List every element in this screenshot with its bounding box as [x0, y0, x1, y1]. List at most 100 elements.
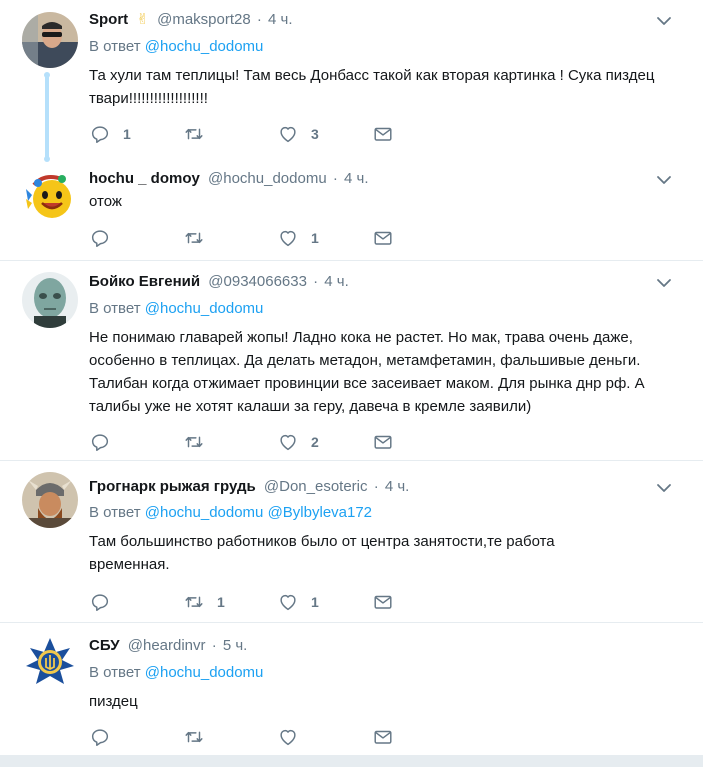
like-count: 3: [311, 126, 319, 142]
direct-message-button[interactable]: [372, 226, 394, 250]
tweet-text: Не понимаю главарей жопы! Ладно кока не …: [89, 329, 645, 415]
tweet-actions: 1: [89, 226, 409, 250]
reply-prefix: В ответ: [89, 38, 141, 55]
author-handle[interactable]: @hochu_dodomu: [208, 170, 327, 187]
direct-message-button[interactable]: [372, 430, 394, 454]
envelope-icon: [374, 127, 392, 141]
direct-message-button[interactable]: [372, 122, 394, 146]
reply-icon: [91, 434, 109, 451]
separator-dot: ·: [332, 170, 338, 187]
reply-button[interactable]: [89, 590, 123, 614]
chevron-down-icon[interactable]: [655, 276, 673, 290]
envelope-icon: [374, 435, 392, 449]
envelope-icon: [374, 231, 392, 245]
direct-message-button[interactable]: [372, 590, 394, 614]
retweet-icon: [185, 232, 203, 244]
tweet-header: СБУ @heardinvr · 5 ч.: [89, 636, 247, 656]
author-name[interactable]: Грогнарк рыжая грудь: [89, 478, 256, 495]
heart-icon: [280, 434, 296, 451]
avatar[interactable]: [22, 634, 78, 690]
reply-prefix: В ответ: [89, 664, 141, 681]
like-button[interactable]: 3: [277, 122, 319, 146]
retweet-button[interactable]: [183, 725, 217, 749]
reply-icon: [91, 230, 109, 247]
tweet[interactable]: СБУ @heardinvr · 5 ч. В ответ @hochu_dod…: [0, 622, 703, 755]
author-name[interactable]: Бойко Евгений: [89, 273, 200, 290]
tweet[interactable]: hochu _ domoy @hochu_dodomu · 4 ч. отож …: [0, 165, 703, 260]
like-button[interactable]: 1: [277, 226, 319, 250]
retweet-button[interactable]: [183, 226, 217, 250]
tweet-text: Там большинство работников было от центр…: [89, 533, 555, 573]
author-handle[interactable]: @Don_esoteric: [264, 478, 368, 495]
avatar[interactable]: [22, 472, 78, 528]
reply-context: В ответ @hochu_dodomu: [89, 299, 263, 319]
like-button[interactable]: 2: [277, 430, 319, 454]
tweet[interactable]: Бойко Евгений @0934066633 · 4 ч. В ответ…: [0, 260, 703, 460]
author-handle[interactable]: @maksport28: [157, 11, 251, 28]
direct-message-button[interactable]: [372, 725, 394, 749]
retweet-icon: [185, 128, 203, 140]
retweet-count: 1: [217, 594, 225, 610]
separator-dot: ·: [256, 11, 262, 28]
victory-hand-emoji: ✌: [136, 11, 149, 28]
tweet-text: пиздец: [89, 693, 138, 710]
reply-button[interactable]: 1: [89, 122, 131, 146]
author-handle[interactable]: @heardinvr: [128, 637, 206, 654]
tweet[interactable]: Sport ✌ @maksport28 · 4 ч. В ответ @hoch…: [0, 0, 703, 165]
heart-icon: [280, 126, 296, 143]
reply-count: 1: [123, 126, 131, 142]
thread-line: [44, 72, 50, 162]
tweet-header: Sport ✌ @maksport28 · 4 ч.: [89, 10, 293, 30]
author-name[interactable]: hochu _ domoy: [89, 170, 200, 187]
timestamp[interactable]: 5 ч.: [223, 637, 248, 654]
chevron-down-icon[interactable]: [655, 173, 673, 187]
tweet[interactable]: Грогнарк рыжая грудь @Don_esoteric · 4 ч…: [0, 460, 703, 620]
avatar[interactable]: [22, 12, 78, 68]
feed-bottom-divider: [0, 755, 703, 767]
mention-link[interactable]: @hochu_dodomu: [145, 38, 264, 55]
retweet-button[interactable]: [183, 430, 217, 454]
timestamp[interactable]: 4 ч.: [268, 11, 293, 28]
chevron-down-icon[interactable]: [655, 14, 673, 28]
reply-button[interactable]: [89, 725, 123, 749]
reply-prefix: В ответ: [89, 504, 141, 521]
avatar[interactable]: [22, 169, 78, 225]
tweet-actions: [89, 725, 409, 749]
author-name[interactable]: СБУ: [89, 637, 120, 654]
reply-context: В ответ @hochu_dodomu: [89, 663, 263, 683]
separator-dot: ·: [313, 273, 319, 290]
reply-icon: [91, 126, 109, 143]
timestamp[interactable]: 4 ч.: [324, 273, 349, 290]
tweet-header: Бойко Евгений @0934066633 · 4 ч.: [89, 272, 349, 292]
envelope-icon: [374, 730, 392, 744]
retweet-button[interactable]: 1: [183, 590, 225, 614]
reply-context: В ответ @hochu_dodomu @Bylbyleva172: [89, 503, 372, 523]
avatar[interactable]: [22, 272, 78, 328]
reply-button[interactable]: [89, 226, 123, 250]
mention-link[interactable]: @hochu_dodomu: [145, 664, 264, 681]
mention-link[interactable]: @Bylbyleva172: [268, 504, 372, 521]
like-button[interactable]: [277, 725, 311, 749]
reply-button[interactable]: [89, 430, 123, 454]
mention-link[interactable]: @hochu_dodomu: [145, 504, 264, 521]
timestamp[interactable]: 4 ч.: [385, 478, 410, 495]
like-count: 1: [311, 230, 319, 246]
tweet-actions: 1 3: [89, 122, 409, 146]
timestamp[interactable]: 4 ч.: [344, 170, 369, 187]
author-name[interactable]: Sport: [89, 11, 128, 28]
tweet-actions: 2: [89, 430, 409, 454]
reply-feed: Sport ✌ @maksport28 · 4 ч. В ответ @hoch…: [0, 0, 703, 767]
chevron-down-icon[interactable]: [655, 481, 673, 495]
retweet-icon: [185, 596, 203, 608]
tweet-header: hochu _ domoy @hochu_dodomu · 4 ч.: [89, 169, 369, 189]
reply-context: В ответ @hochu_dodomu: [89, 37, 263, 57]
envelope-icon: [374, 595, 392, 609]
mention-link[interactable]: @hochu_dodomu: [145, 300, 264, 317]
separator-dot: ·: [373, 478, 379, 495]
retweet-button[interactable]: [183, 122, 217, 146]
author-handle[interactable]: @0934066633: [208, 273, 307, 290]
like-button[interactable]: 1: [277, 590, 319, 614]
retweet-icon: [185, 731, 203, 743]
tweet-actions: 1 1: [89, 590, 409, 614]
heart-icon: [280, 230, 296, 247]
